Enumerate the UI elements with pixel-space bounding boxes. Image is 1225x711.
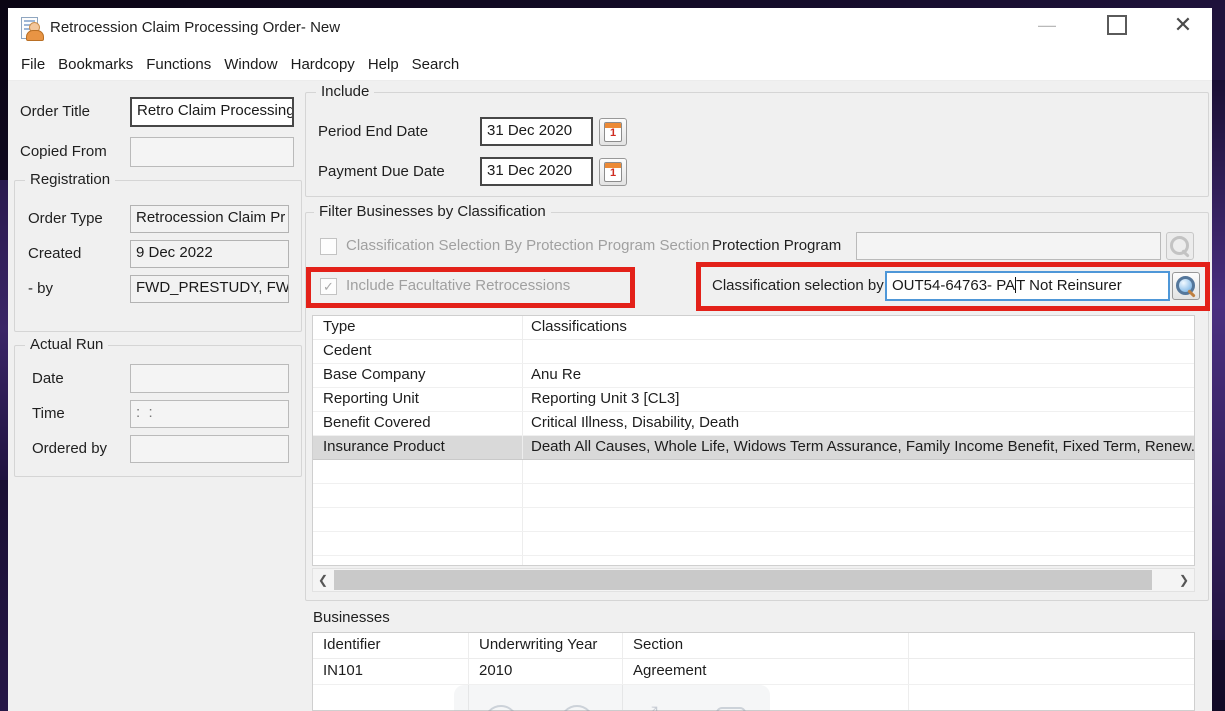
calendar-icon: 1: [604, 162, 622, 182]
created-by-label: - by: [28, 275, 53, 303]
run-date-label: Date: [32, 364, 64, 393]
ordered-by-field: [130, 435, 289, 463]
pp-section-checkbox-label: Classification Selection By Protection P…: [346, 232, 710, 260]
table-row-reporting-unit[interactable]: Reporting Unit Reporting Unit 3 [CL3]: [313, 388, 1194, 412]
table-row-empty[interactable]: [313, 460, 1194, 484]
classification-table-header: Type Classifications: [313, 316, 1194, 340]
app-window: Retrocession Claim Processing Order- New…: [8, 8, 1212, 711]
occ-search-button[interactable]: [1172, 272, 1200, 300]
close-button[interactable]: ✕: [1166, 8, 1200, 42]
menu-help[interactable]: Help: [368, 56, 399, 73]
order-type-field: Retrocession Claim Pr: [130, 205, 289, 233]
table-row-business[interactable]: IN101 2010 Agreement: [313, 659, 1194, 685]
column-header-classifications[interactable]: Classifications: [523, 316, 1194, 339]
overlay-zoom-icon: [560, 705, 594, 711]
menu-file[interactable]: File: [21, 56, 45, 73]
search-icon: [1170, 236, 1190, 256]
created-label: Created: [28, 240, 81, 268]
chevron-right-icon: ❯: [1179, 573, 1189, 587]
businesses-table-header: Identifier Underwriting Year Section: [313, 633, 1194, 659]
filter-group-title: Filter Businesses by Classification: [314, 203, 551, 220]
chevron-left-icon: ❮: [318, 573, 328, 587]
app-icon: [21, 17, 43, 40]
occ-input[interactable]: OUT54-64763- PAT Not Reinsurer: [885, 271, 1170, 301]
run-time-field: : :: [130, 400, 289, 428]
horizontal-scrollbar[interactable]: ❮ ❯: [312, 568, 1195, 592]
calendar-icon: 1: [604, 122, 622, 142]
facultative-checkbox-label: Include Facultative Retrocessions: [346, 272, 570, 300]
actual-run-group-title: Actual Run: [25, 336, 108, 353]
menu-bookmarks[interactable]: Bookmarks: [58, 56, 133, 73]
desktop-streak: [0, 180, 8, 480]
created-by-field: FWD_PRESTUDY, FW: [130, 275, 289, 303]
payment-due-calendar-button[interactable]: 1: [599, 158, 627, 186]
column-header-underwriting-year[interactable]: Underwriting Year: [469, 633, 623, 658]
scroll-left-arrow[interactable]: ❮: [313, 569, 333, 591]
period-end-date-label: Period End Date: [318, 117, 428, 146]
checkmark-icon: ✓: [323, 279, 334, 295]
scrollbar-thumb[interactable]: [334, 570, 1152, 590]
menu-functions[interactable]: Functions: [146, 56, 211, 73]
maximize-button[interactable]: [1100, 8, 1134, 42]
overlay-window-icon: [716, 707, 746, 711]
search-icon: [1176, 276, 1196, 296]
menu-search[interactable]: Search: [412, 56, 460, 73]
table-row-empty[interactable]: [313, 484, 1194, 508]
close-icon: ✕: [1174, 12, 1192, 38]
table-row-benefit-covered[interactable]: Benefit Covered Critical Illness, Disabi…: [313, 412, 1194, 436]
copied-from-label: Copied From: [20, 137, 107, 166]
menu-hardcopy[interactable]: Hardcopy: [291, 56, 355, 73]
period-end-date-field[interactable]: 31 Dec 2020: [480, 117, 593, 146]
table-row-empty[interactable]: [313, 556, 1194, 566]
classification-table: Type Classifications Cedent Base Company…: [312, 315, 1195, 566]
overlay-toolbar: ⤢: [454, 685, 770, 711]
protection-program-field: [856, 232, 1161, 260]
menu-bar: File Bookmarks Functions Window Hardcopy…: [8, 48, 1212, 81]
maximize-icon: [1107, 15, 1127, 35]
copied-from-field: [130, 137, 294, 167]
order-title-field[interactable]: Retro Claim Processing: [130, 97, 294, 127]
include-group-title: Include: [316, 83, 374, 100]
created-field: 9 Dec 2022: [130, 240, 289, 268]
pp-section-checkbox: [320, 238, 337, 255]
businesses-title: Businesses: [313, 609, 390, 626]
run-time-label: Time: [32, 400, 65, 428]
ordered-by-label: Ordered by: [32, 435, 107, 463]
protection-program-label: Protection Program: [712, 232, 841, 260]
minimize-button[interactable]: —: [1030, 8, 1064, 42]
minimize-icon: —: [1038, 15, 1056, 36]
period-end-calendar-button[interactable]: 1: [599, 118, 627, 146]
registration-group-title: Registration: [25, 171, 115, 188]
overlay-circle-icon: [484, 705, 518, 711]
column-header-identifier[interactable]: Identifier: [313, 633, 469, 658]
order-title-label: Order Title: [20, 97, 90, 126]
payment-due-date-field[interactable]: 31 Dec 2020: [480, 157, 593, 186]
desktop-background: Retrocession Claim Processing Order- New…: [0, 0, 1225, 711]
table-row-base-company[interactable]: Base Company Anu Re: [313, 364, 1194, 388]
table-row-empty[interactable]: [313, 508, 1194, 532]
facultative-checkbox[interactable]: ✓: [320, 278, 337, 295]
table-row-empty[interactable]: [313, 532, 1194, 556]
table-row-insurance-product-selected[interactable]: Insurance Product Death All Causes, Whol…: [313, 436, 1194, 460]
protection-program-search-button: [1166, 232, 1194, 260]
window-title: Retrocession Claim Processing Order- New: [50, 8, 340, 48]
table-row-cedent[interactable]: Cedent: [313, 340, 1194, 364]
overlay-expand-icon: ⤢: [642, 703, 664, 711]
payment-due-date-label: Payment Due Date: [318, 157, 445, 186]
desktop-streak: [1212, 80, 1225, 640]
menu-window[interactable]: Window: [224, 56, 277, 73]
scroll-right-arrow[interactable]: ❯: [1174, 569, 1194, 591]
column-header-section[interactable]: Section: [623, 633, 909, 658]
order-type-label: Order Type: [28, 205, 103, 233]
run-date-field: [130, 364, 289, 393]
title-bar[interactable]: Retrocession Claim Processing Order- New…: [8, 8, 1212, 48]
column-header-type[interactable]: Type: [313, 316, 523, 339]
